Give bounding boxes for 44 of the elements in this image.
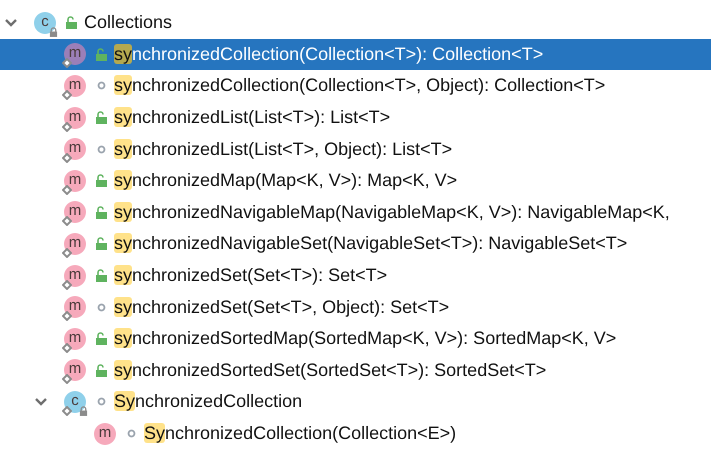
method-icon: m — [64, 359, 86, 382]
tree-row[interactable]: m synchronizedNavigableSet(NavigableSet<T>): NavigableSet<T> — [0, 228, 711, 260]
selected-tree-row[interactable]: m synchronizedCollection(Collection<T>): Collection<T> — [0, 38, 711, 70]
class-icon: c — [34, 12, 56, 34]
tree-item-label: synchronizedNavigableSet(NavigableSet<T>): NavigableSet<T> — [114, 233, 628, 254]
tree-row[interactable]: m synchronizedMap(Map<K, V>): Map<K, V> — [0, 164, 711, 197]
class-icon: c — [64, 390, 86, 413]
tree-row[interactable]: c Collections — [0, 7, 711, 39]
tree-item-label: synchronizedCollection(Collection<T>): Collection<T> — [114, 44, 544, 65]
tree-item-label: synchronizedCollection(Collection<T>, Object): Collection<T> — [114, 75, 606, 96]
method-icon: m — [64, 170, 86, 192]
chevron-down-icon[interactable] — [34, 396, 48, 407]
tree-row[interactable]: m synchronizedSortedMap(SortedMap<K, V>): SortedMap<K, V> — [0, 322, 711, 355]
chevron-down-icon[interactable] — [4, 18, 18, 28]
tree-item-label: synchronizedMap(Map<K, V>): Map<K, V> — [114, 170, 458, 192]
tree-row[interactable]: m synchronizedNavigableMap(NavigableMap<K, V>): NavigableMap<K, — [0, 196, 711, 228]
method-icon: m — [64, 74, 86, 97]
tree-item-label: synchronizedSortedMap(SortedMap<K, V>): SortedMap<K, V> — [114, 328, 616, 350]
tree-item-label: SynchronizedCollection(Collection<E>) — [144, 423, 456, 444]
tree-row[interactable]: m SynchronizedCollection(Collection<E>) — [0, 418, 711, 450]
method-icon: m — [64, 43, 86, 66]
tree-row[interactable]: c SynchronizedCollection — [0, 386, 711, 418]
tree-row[interactable]: m synchronizedCollection(Collection<T>, Object): Collection<T> — [0, 70, 711, 102]
tree-item-label: synchronizedList(List<T>): List<T> — [114, 107, 390, 128]
tree-item-label: synchronizedSortedSet(SortedSet<T>): SortedSet<T> — [114, 360, 546, 381]
method-icon: m — [64, 296, 86, 318]
method-icon: m — [94, 422, 116, 445]
tree-item-label: synchronizedSet(Set<T>): Set<T> — [114, 265, 388, 286]
method-icon: m — [64, 328, 86, 350]
tree-row[interactable]: m synchronizedSet(Set<T>): Set<T> — [0, 260, 711, 292]
method-icon: m — [64, 201, 86, 224]
tree-row[interactable]: m synchronizedList(List<T>): List<T> — [0, 102, 711, 134]
tree-row[interactable]: m synchronizedList(List<T>, Object): List<T> — [0, 133, 711, 165]
tree-row[interactable]: m synchronizedSet(Set<T>, Object): Set<T> — [0, 291, 711, 323]
tree-item-label: synchronizedSet(Set<T>, Object): Set<T> — [114, 296, 450, 318]
tree-item-label: synchronizedList(List<T>, Object): List<T> — [114, 138, 452, 160]
method-icon: m — [64, 232, 86, 255]
tree-item-label: synchronizedNavigableMap(NavigableMap<K, V>): NavigableMap<K, — [114, 202, 670, 223]
method-icon: m — [64, 106, 86, 129]
method-icon: m — [64, 138, 86, 160]
tree-item-label: SynchronizedCollection — [114, 391, 302, 412]
tree-row[interactable]: m synchronizedSortedSet(SortedSet<T>): SortedSet<T> — [0, 354, 711, 386]
method-icon: m — [64, 264, 86, 287]
tree-item-label: Collections — [84, 12, 172, 34]
